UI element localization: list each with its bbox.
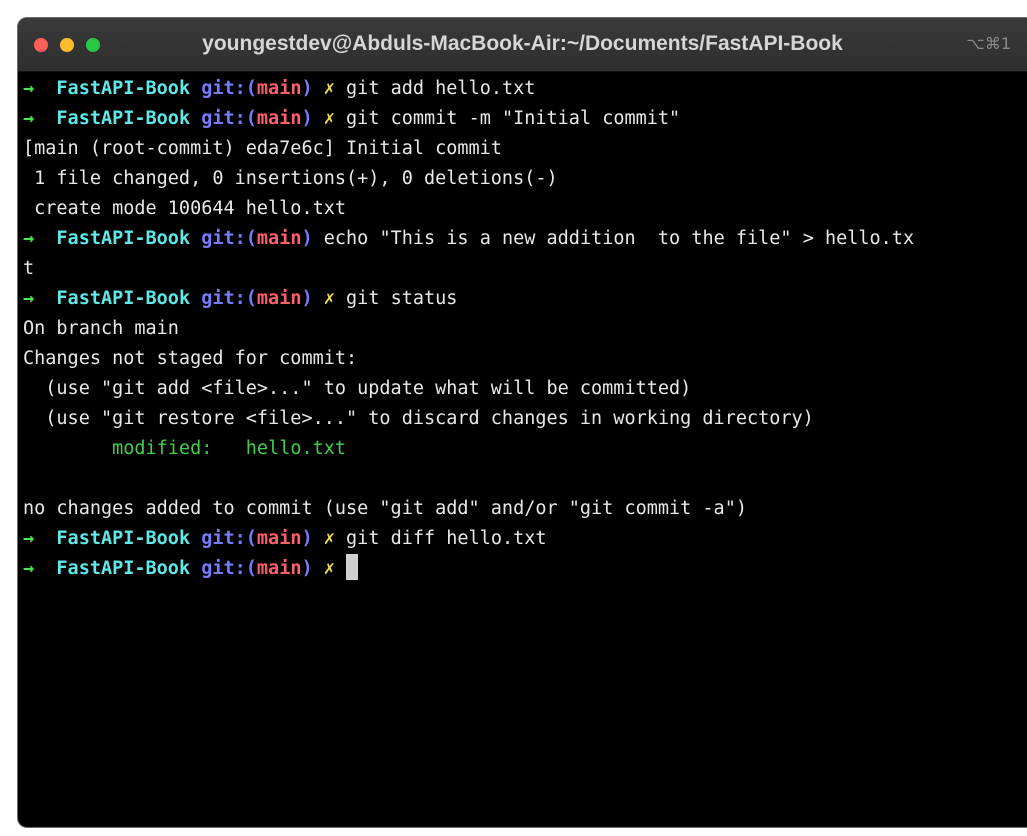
- prompt-dirty-icon: ✗: [323, 108, 335, 129]
- output-line: Changes not staged for commit:: [23, 348, 358, 369]
- prompt-branch: main: [256, 528, 302, 549]
- output-line: On branch main: [23, 318, 179, 339]
- command-text: echo "This is a new addition to the file…: [323, 228, 915, 249]
- prompt-directory: FastAPI-Book: [56, 78, 191, 99]
- prompt-branch: main: [256, 288, 302, 309]
- prompt-dirty-icon: ✗: [323, 558, 335, 579]
- prompt-line: → FastAPI-Book git:(main) ✗ git add hell…: [23, 74, 1027, 104]
- output-line: modified: hello.txt: [23, 434, 1027, 464]
- modified-file: hello.txt: [245, 438, 347, 459]
- prompt-git-open: git:(: [201, 558, 257, 579]
- prompt-git-open: git:(: [201, 228, 257, 249]
- output-line: no changes added to commit (use "git add…: [23, 498, 747, 519]
- prompt-git-close: ): [301, 108, 313, 129]
- prompt-dirty-icon: ✗: [323, 528, 335, 549]
- prompt-dirty-icon: ✗: [323, 288, 335, 309]
- prompt-directory: FastAPI-Book: [56, 108, 191, 129]
- prompt-git-close: ): [301, 228, 313, 249]
- prompt-arrow-icon: →: [23, 288, 35, 309]
- prompt-git-open: git:(: [201, 288, 257, 309]
- prompt-line: → FastAPI-Book git:(main) ✗ git status: [23, 284, 1027, 314]
- output-line: create mode 100644 hello.txt: [23, 198, 347, 219]
- output-line: [main (root-commit) eda7e6c] Initial com…: [23, 138, 502, 159]
- prompt-branch: main: [256, 108, 302, 129]
- output-line: (use "git restore <file>..." to discard …: [23, 408, 814, 429]
- prompt-directory: FastAPI-Book: [56, 288, 191, 309]
- prompt-directory: FastAPI-Book: [56, 558, 191, 579]
- prompt-git-open: git:(: [201, 528, 257, 549]
- terminal-content[interactable]: → FastAPI-Book git:(main) ✗ git add hell…: [18, 72, 1027, 584]
- prompt-git-close: ): [301, 558, 313, 579]
- command-text: git status: [346, 288, 458, 309]
- prompt-git-open: git:(: [201, 108, 257, 129]
- prompt-branch: main: [256, 78, 302, 99]
- prompt-arrow-icon: →: [23, 558, 35, 579]
- prompt-git-close: ): [301, 528, 313, 549]
- prompt-arrow-icon: →: [23, 228, 35, 249]
- window-shortcut: ⌥⌘1: [966, 34, 1011, 53]
- prompt-directory: FastAPI-Book: [56, 228, 191, 249]
- prompt-git-open: git:(: [201, 78, 257, 99]
- command-text: git diff hello.txt: [346, 528, 547, 549]
- command-text: git commit -m "Initial commit": [346, 108, 681, 129]
- terminal-window[interactable]: youngestdev@Abduls-MacBook-Air:~/Documen…: [17, 17, 1027, 828]
- prompt-arrow-icon: →: [23, 528, 35, 549]
- prompt-arrow-icon: →: [23, 78, 35, 99]
- window-title: youngestdev@Abduls-MacBook-Air:~/Documen…: [202, 32, 843, 55]
- modified-label: modified:: [112, 438, 213, 459]
- prompt-branch: main: [256, 558, 302, 579]
- prompt-git-close: ): [301, 78, 313, 99]
- title-bar[interactable]: youngestdev@Abduls-MacBook-Air:~/Documen…: [18, 18, 1027, 72]
- prompt-line: → FastAPI-Book git:(main) ✗ git commit -…: [23, 104, 1027, 134]
- output-line: (use "git add <file>..." to update what …: [23, 378, 692, 399]
- prompt-dirty-icon: ✗: [323, 78, 335, 99]
- prompt-git-close: ): [301, 288, 313, 309]
- prompt-line: → FastAPI-Book git:(main) echo "This is …: [23, 224, 1027, 254]
- text-cursor[interactable]: [346, 554, 359, 580]
- prompt-line: → FastAPI-Book git:(main) ✗ git diff hel…: [23, 524, 1027, 554]
- prompt-branch: main: [256, 228, 302, 249]
- prompt-directory: FastAPI-Book: [56, 528, 191, 549]
- output-line: t: [23, 258, 35, 279]
- output-line: 1 file changed, 0 insertions(+), 0 delet…: [23, 168, 558, 189]
- command-text: git add hello.txt: [346, 78, 536, 99]
- current-prompt-line[interactable]: → FastAPI-Book git:(main) ✗: [23, 554, 1027, 584]
- prompt-arrow-icon: →: [23, 108, 35, 129]
